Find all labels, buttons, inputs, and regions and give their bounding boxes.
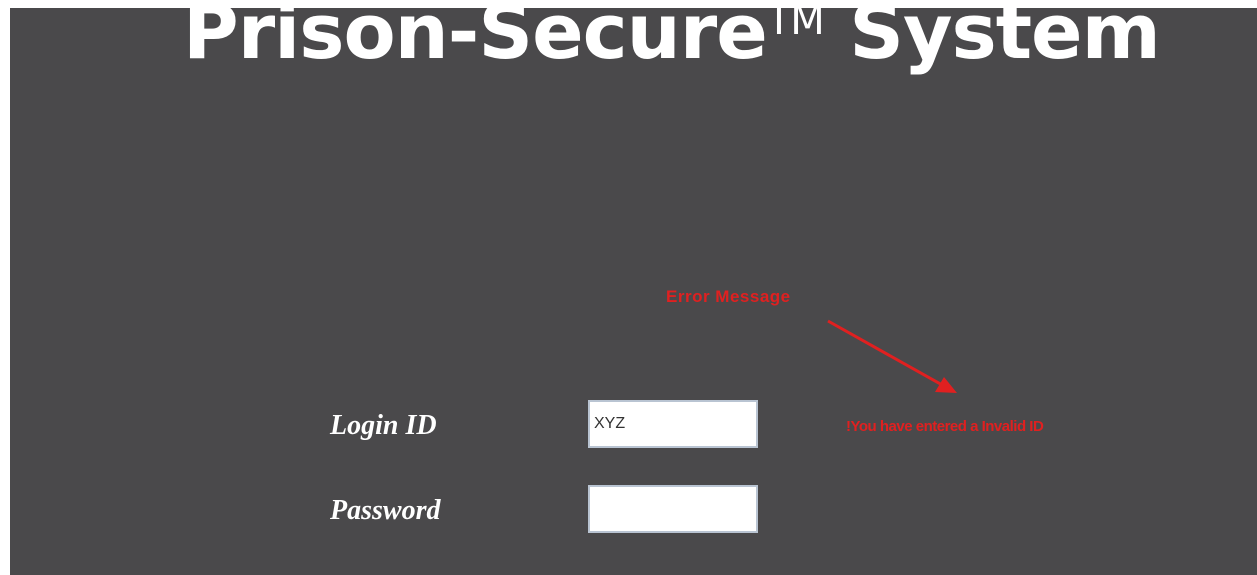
trademark-symbol: TM [766, 8, 825, 44]
password-label: Password [330, 495, 441, 526]
app-title: Prison-SecureTM System [183, 8, 1161, 70]
login-panel: Prison-SecureTM System Error Message Log… [10, 8, 1257, 575]
app-title-main: Prison-Secure [183, 8, 768, 76]
error-annotation-label: Error Message [666, 287, 791, 306]
password-input[interactable] [588, 485, 758, 533]
error-message: !You have entered a Invalid ID [846, 418, 1044, 435]
login-id-input[interactable] [588, 400, 758, 448]
login-id-label: Login ID [330, 410, 437, 441]
app-title-suffix: System [823, 8, 1161, 76]
